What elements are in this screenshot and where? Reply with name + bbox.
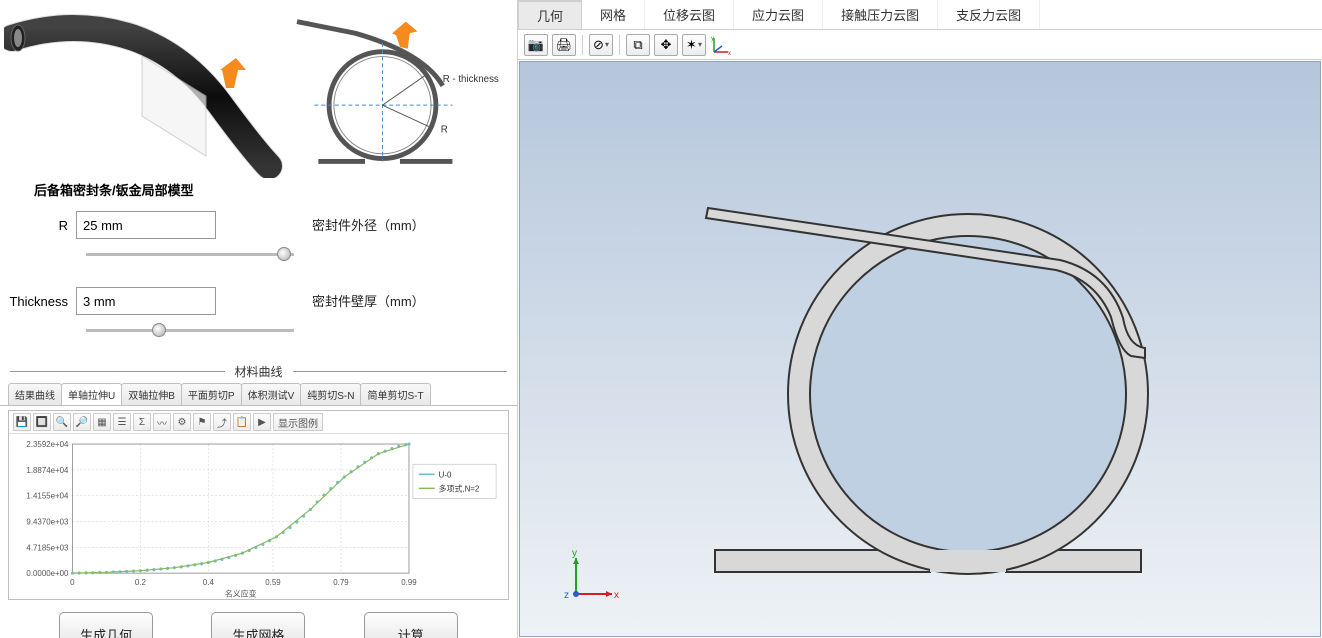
curve-tab-0[interactable]: 结果曲线: [8, 383, 62, 405]
generate-mesh-button[interactable]: 生成网格: [211, 612, 305, 638]
view-tab-2[interactable]: 位移云图: [645, 0, 734, 29]
svg-text:0.0000e+00: 0.0000e+00: [26, 569, 69, 578]
right-viewer-panel: 几何网格位移云图应力云图接触压力云图支反力云图 📷 🖨 ⊘ ⧉ ✥ ✶ x y: [518, 0, 1322, 638]
generate-geometry-button[interactable]: 生成几何: [59, 612, 153, 638]
curve-tab-3[interactable]: 平面剪切P: [181, 383, 242, 405]
r-slider[interactable]: [86, 245, 294, 265]
curve-tab-1[interactable]: 单轴拉伸U: [61, 383, 122, 405]
svg-text:z: z: [564, 590, 569, 601]
svg-text:9.4370e+03: 9.4370e+03: [26, 517, 69, 526]
camera-icon[interactable]: 📷: [524, 34, 548, 56]
param-row-thickness: Thickness 密封件壁厚（mm）: [6, 287, 511, 315]
svg-text:x: x: [614, 590, 619, 601]
curve-tab-4[interactable]: 体积测试V: [241, 383, 302, 405]
arrow-icon: [220, 58, 246, 88]
svg-text:x: x: [728, 51, 731, 56]
svg-text:R - thickness: R - thickness: [443, 74, 499, 85]
toolbar-separator: [619, 35, 620, 55]
r-input[interactable]: [76, 211, 216, 239]
chart-area: 💾 🔲 🔍 🔎 ▦ ☰ Σ 〰 ⚙ ⚑ ⤴ 📋 ▶ 显示图例 0 0.2 0.4 0.…: [8, 410, 509, 600]
svg-text:2.3592e+04: 2.3592e+04: [26, 440, 69, 449]
chart-zoom-out-icon[interactable]: 🔎: [73, 413, 91, 431]
left-config-panel: R - thickness R 后备箱密封条/钣金局部模型 R 密封件外径（mm…: [0, 0, 518, 638]
view-tab-0[interactable]: 几何: [518, 0, 582, 29]
param-label-r: R: [6, 218, 76, 233]
fit-view-icon[interactable]: ✥: [654, 34, 678, 56]
svg-text:0.59: 0.59: [265, 578, 281, 587]
svg-text:y: y: [711, 36, 714, 42]
material-curve-divider: 材料曲线: [10, 363, 507, 380]
compute-button[interactable]: 计算: [364, 612, 458, 638]
view-tabs: 几何网格位移云图应力云图接触压力云图支反力云图: [518, 0, 1322, 30]
chart-flag-icon[interactable]: ⚑: [193, 413, 211, 431]
material-chart[interactable]: 0 0.2 0.4 0.59 0.79 0.99 0.0000e+00 4.7185e+03 9…: [13, 438, 504, 599]
chart-curve-icon[interactable]: 〰: [153, 413, 171, 431]
print-icon[interactable]: 🖨: [552, 34, 576, 56]
zoom-rect-icon[interactable]: ⧉: [626, 34, 650, 56]
chart-grid-icon[interactable]: ▦: [93, 413, 111, 431]
chart-zoom-rect-icon[interactable]: 🔲: [33, 413, 51, 431]
param-desc-r: 密封件外径（mm）: [312, 215, 425, 234]
chart-export-icon[interactable]: ⤴: [213, 413, 231, 431]
mini-triad-icon: x y: [710, 34, 732, 56]
view-tab-3[interactable]: 应力云图: [734, 0, 823, 29]
view-tab-5[interactable]: 支反力云图: [938, 0, 1040, 29]
explode-icon[interactable]: ✶: [682, 34, 706, 56]
view-toolbar: 📷 🖨 ⊘ ⧉ ✥ ✶ x y: [518, 30, 1322, 60]
svg-text:R: R: [441, 124, 448, 135]
chart-save-icon[interactable]: 💾: [13, 413, 31, 431]
chart-toolbar: 💾 🔲 🔍 🔎 ▦ ☰ Σ 〰 ⚙ ⚑ ⤴ 📋 ▶ 显示图例: [9, 411, 508, 434]
arrow-icon: [392, 22, 417, 49]
param-label-thickness: Thickness: [6, 294, 76, 309]
viewport-triad-icon: x y z: [562, 548, 622, 608]
thickness-slider[interactable]: [86, 321, 294, 341]
view-tab-1[interactable]: 网格: [582, 0, 645, 29]
svg-text:多项式,N=2: 多项式,N=2: [439, 483, 480, 493]
model-title: 后备箱密封条/钣金局部模型: [0, 178, 517, 211]
svg-text:y: y: [572, 548, 577, 559]
geometry-render: [520, 62, 1320, 636]
svg-text:0.2: 0.2: [135, 578, 147, 587]
param-desc-thickness: 密封件壁厚（mm）: [312, 291, 425, 310]
svg-text:U-0: U-0: [439, 470, 452, 479]
svg-text:0.79: 0.79: [333, 578, 349, 587]
svg-text:0: 0: [70, 578, 75, 587]
svg-text:0.99: 0.99: [401, 578, 417, 587]
curve-tab-6[interactable]: 简单剪切S-T: [360, 383, 430, 405]
toolbar-separator: [582, 35, 583, 55]
curve-tab-2[interactable]: 双轴拉伸B: [121, 383, 182, 405]
chart-table-icon[interactable]: 📋: [233, 413, 251, 431]
illustration-row: R - thickness R: [0, 0, 517, 178]
chart-legend-toggle[interactable]: 显示图例: [273, 413, 323, 431]
view-tab-4[interactable]: 接触压力云图: [823, 0, 938, 29]
chart-gear-icon[interactable]: ⚙: [173, 413, 191, 431]
chart-list-icon[interactable]: ☰: [113, 413, 131, 431]
no-entry-icon[interactable]: ⊘: [589, 34, 613, 56]
svg-text:1.8874e+04: 1.8874e+04: [26, 466, 69, 475]
thickness-input[interactable]: [76, 287, 216, 315]
chart-sigma-icon[interactable]: Σ: [133, 413, 151, 431]
action-buttons: 生成几何 生成网格 计算: [0, 606, 517, 638]
chart-play-icon[interactable]: ▶: [253, 413, 271, 431]
section-illustration: R - thickness R: [294, 8, 504, 178]
chart-zoom-in-icon[interactable]: 🔍: [53, 413, 71, 431]
curve-tab-5[interactable]: 纯剪切S-N: [300, 383, 361, 405]
curve-tabs: 结果曲线单轴拉伸U双轴拉伸B平面剪切P体积测试V纯剪切S-N简单剪切S-T: [0, 386, 517, 406]
svg-text:1.4155e+04: 1.4155e+04: [26, 492, 69, 501]
svg-text:名义应变: 名义应变: [225, 588, 257, 598]
svg-text:0.4: 0.4: [203, 578, 215, 587]
param-row-r: R 密封件外径（mm）: [6, 211, 511, 239]
svg-text:4.7185e+03: 4.7185e+03: [26, 543, 69, 552]
geometry-viewport[interactable]: x y z: [519, 61, 1321, 637]
pipe-illustration: [4, 8, 284, 178]
